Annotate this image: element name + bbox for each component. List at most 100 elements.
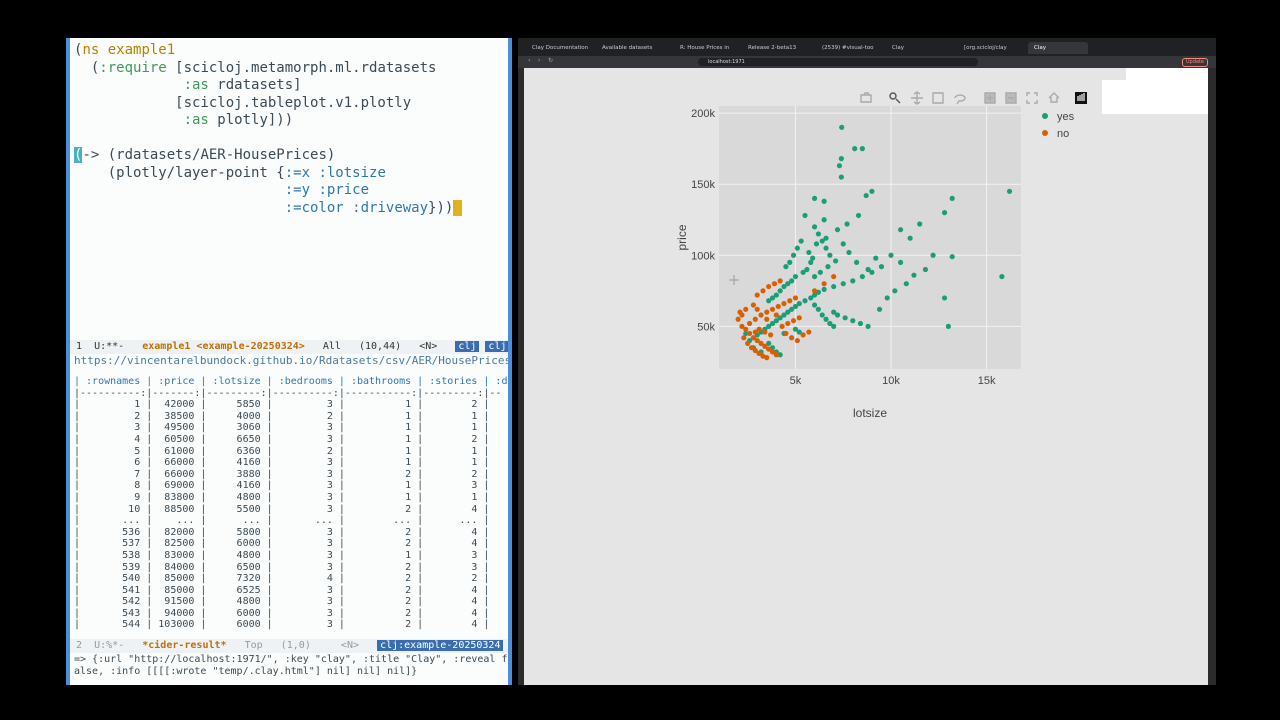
zoom-in-icon[interactable]	[984, 92, 996, 104]
zoom-out-icon[interactable]	[1005, 92, 1017, 104]
data-point-no	[764, 316, 770, 322]
data-point-yes	[917, 221, 923, 227]
data-point-no	[745, 340, 751, 347]
y-tick-label: 100k	[691, 250, 715, 262]
data-point-yes	[802, 212, 808, 219]
zoom-icon[interactable]	[889, 92, 901, 104]
data-point-yes	[821, 286, 827, 292]
browser-tab[interactable]: Clay	[1028, 42, 1088, 54]
dataset-url[interactable]: https://vincentarelbundock.github.io/Rda…	[74, 354, 508, 368]
data-point-no	[760, 288, 766, 294]
autoscale-icon[interactable]	[1026, 92, 1038, 104]
scatter-plot[interactable]: 5k 10k 15k 50k 100k 150k 200k lotsize price yes no	[524, 68, 1208, 685]
browser-tab[interactable]: Clay	[886, 42, 956, 54]
table-row: | 9 | 83800 | 4800 | 3 | 1 | 1 |	[74, 491, 490, 503]
table-row: | 538 | 83000 | 4800 | 3 | 1 | 3 |	[74, 549, 490, 561]
data-point-yes	[831, 323, 837, 329]
data-point-no	[777, 278, 783, 284]
browser-tab[interactable]: (2539) #visual-too	[816, 42, 884, 54]
code-line[interactable]: (plotly/layer-point {:=x :lotsize	[74, 165, 462, 183]
code-line[interactable]: :as rdatasets]	[74, 77, 462, 95]
data-point-yes	[839, 124, 845, 130]
modeline-buffer-name: *cider-result*	[142, 640, 227, 651]
data-point-no	[768, 332, 774, 338]
code-line[interactable]: :=color :driveway}))	[74, 199, 462, 218]
data-point-yes	[897, 259, 904, 265]
table-row: | 1 | 42000 | 5850 | 3 | 1 | 2 |	[74, 399, 490, 411]
modeline-tag: clj:example-20250324	[377, 640, 504, 651]
code-line[interactable]: (ns example1	[74, 42, 462, 60]
browser-tab[interactable]: Release 2-beta13	[742, 42, 814, 54]
browser-tab[interactable]: Available datasets	[596, 42, 672, 54]
data-point-yes	[783, 264, 789, 270]
lasso-icon[interactable]	[954, 94, 966, 105]
data-point-yes	[941, 295, 948, 301]
data-point-yes	[825, 264, 831, 270]
data-point-yes	[790, 252, 797, 258]
browser-tab[interactable]: R: House Prices in	[674, 42, 740, 54]
data-point-no	[773, 352, 779, 358]
mode-line-1: 1 U:**- example1 <example-20250324> All …	[70, 340, 508, 354]
data-point-no	[739, 312, 745, 318]
code-line[interactable]: :=y :price	[74, 182, 462, 200]
url-field[interactable]: localhost:1971	[698, 58, 978, 66]
data-point-yes	[821, 198, 827, 204]
browser-tab[interactable]: [org.scicloj/clay	[958, 42, 1026, 54]
pan-icon[interactable]	[911, 91, 923, 105]
data-point-no	[746, 320, 753, 327]
mode-line-2: 2 U:%*- *cider-result* Top (1,0) <N> clj…	[70, 639, 508, 653]
plotly-logo-icon[interactable]	[1075, 92, 1087, 104]
data-point-yes	[815, 306, 821, 312]
browser-tab[interactable]: Clay Documentation	[526, 42, 594, 54]
data-point-yes	[811, 273, 818, 280]
update-button[interactable]: Update	[1181, 58, 1208, 67]
data-point-yes	[911, 272, 917, 278]
modeline-position: Top (1,0) <N>	[226, 640, 378, 651]
y-tick-label: 200k	[691, 108, 715, 120]
data-point-yes	[834, 227, 841, 233]
back-icon[interactable]: ‹	[528, 57, 530, 64]
data-point-no	[796, 315, 802, 321]
data-point-yes	[811, 195, 818, 202]
y-axis-label: price	[675, 224, 689, 250]
data-point-yes	[865, 266, 871, 273]
code-buffer[interactable]: (ns example1 (:require [scicloj.metamorp…	[74, 42, 462, 217]
data-point-no	[750, 302, 757, 308]
data-point-yes	[823, 235, 829, 241]
data-point-yes	[838, 174, 844, 180]
data-point-no	[762, 329, 768, 335]
box-select-icon[interactable]	[932, 92, 944, 104]
modeline-tag: clj	[455, 341, 480, 352]
data-point-yes	[876, 306, 883, 312]
data-point-no	[831, 273, 837, 280]
table-row: | 539 | 84000 | 6500 | 3 | 2 | 3 |	[74, 561, 490, 573]
data-point-yes	[999, 273, 1005, 280]
data-point-no	[752, 329, 758, 335]
data-point-yes	[941, 210, 948, 216]
data-point-yes	[794, 245, 800, 251]
data-point-yes	[766, 298, 772, 304]
data-point-no	[769, 306, 776, 312]
code-line[interactable]: :as plotly]))	[74, 112, 462, 130]
data-point-no	[764, 309, 770, 315]
data-point-yes	[823, 316, 829, 322]
data-point-no	[785, 320, 791, 327]
reset-icon[interactable]	[1048, 92, 1060, 103]
code-line[interactable]	[74, 130, 462, 148]
browser-window: Clay Documentation Available datasets R: H…	[518, 38, 1216, 685]
data-point-no	[800, 332, 806, 338]
code-line[interactable]: [scicloj.tableplot.v1.plotly	[74, 95, 462, 113]
table-row: |----------:|-------:|---------:|-------…	[74, 387, 502, 399]
reload-icon[interactable]: ↻	[548, 57, 553, 64]
emacs-editor[interactable]: (ns example1 (:require [scicloj.metamorp…	[66, 38, 512, 685]
data-point-yes	[1006, 188, 1013, 194]
echo-area: => {:url "http://localhost:1971/", :key …	[74, 654, 507, 678]
data-point-yes	[806, 249, 812, 256]
camera-icon[interactable]	[860, 92, 872, 103]
data-point-no	[806, 329, 812, 335]
code-line[interactable]: (:require [scicloj.metamorph.ml.rdataset…	[74, 60, 462, 78]
code-line[interactable]: (-> (rdatasets/AER-HousePrices)	[74, 147, 462, 165]
forward-icon[interactable]: ›	[538, 57, 540, 64]
data-point-yes	[903, 281, 909, 287]
data-point-yes	[855, 212, 862, 219]
